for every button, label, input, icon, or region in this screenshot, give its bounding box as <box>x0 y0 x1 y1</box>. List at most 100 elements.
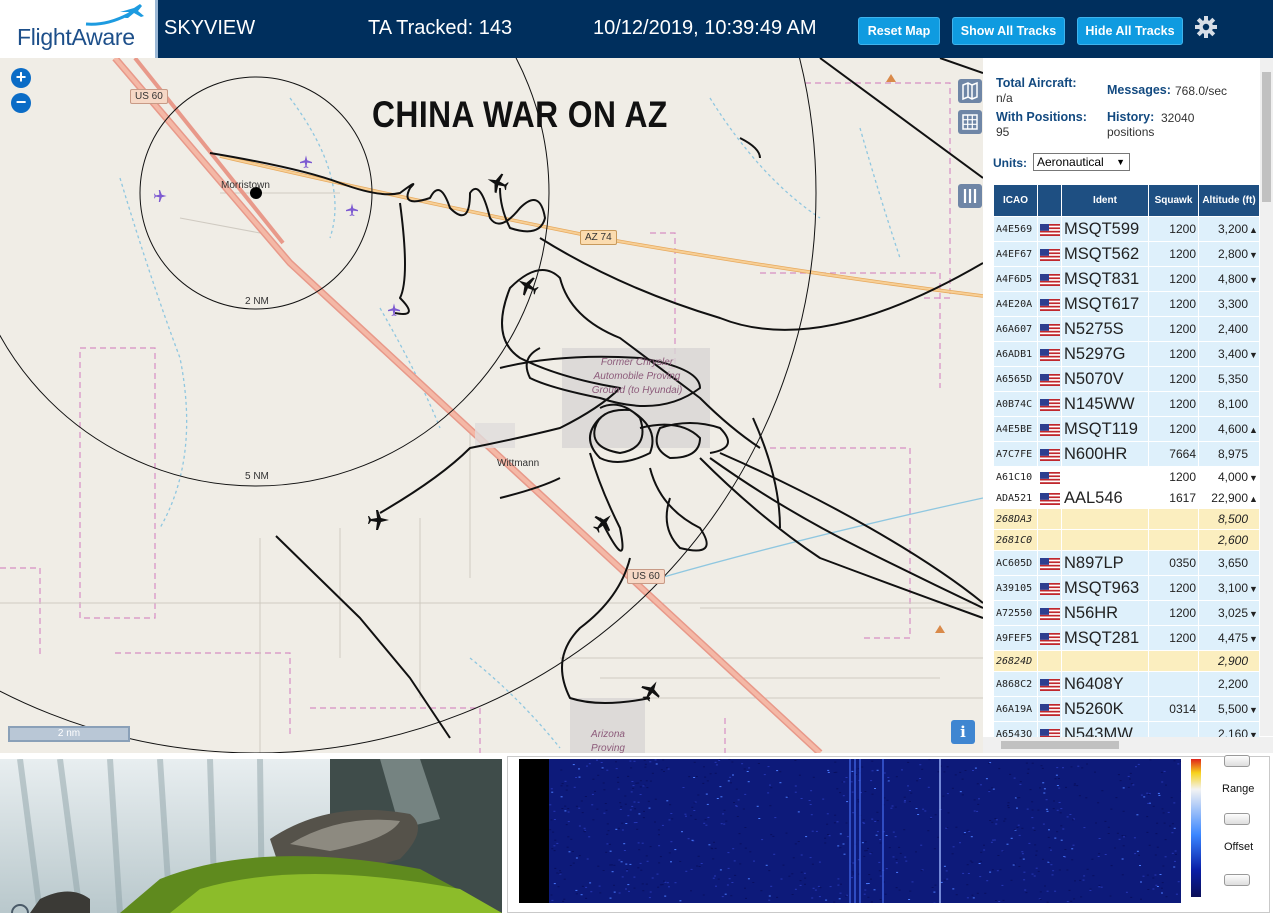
units-label: Units: <box>993 156 1027 170</box>
altitude-value: 8,500 <box>1217 512 1248 526</box>
table-row[interactable]: A4F6D5 MSQT831 1200 4,800▼ <box>993 266 1260 292</box>
range-label: Range <box>1222 783 1255 795</box>
ident-cell: MSQT599 <box>1061 216 1149 242</box>
zoom-out-button[interactable]: − <box>11 93 31 113</box>
col-header-ident[interactable]: Ident <box>1061 184 1149 217</box>
range-slider-knob[interactable] <box>1224 813 1250 825</box>
icao-cell: 26824D <box>993 650 1038 672</box>
table-row[interactable]: A6565D N5070V 1200 5,350 <box>993 366 1260 392</box>
table-row[interactable]: A72550 N56HR 1200 3,025▼ <box>993 600 1260 626</box>
map-layers-button[interactable] <box>958 79 982 103</box>
table-row[interactable]: A4E20A MSQT617 1200 3,300 <box>993 291 1260 317</box>
flag-cell <box>1037 316 1062 342</box>
altitude-cell: 3,650 <box>1198 550 1260 576</box>
gear-icon[interactable] <box>1194 15 1218 39</box>
ident-cell <box>1061 529 1149 551</box>
table-row[interactable]: A61C10 1200 4,000▼ <box>993 466 1260 488</box>
toggle-columns-button[interactable] <box>958 184 982 208</box>
col-header-altitude[interactable]: Altitude (ft) <box>1198 184 1260 217</box>
show-all-tracks-button[interactable]: Show All Tracks <box>952 17 1065 45</box>
col-header-icao[interactable]: ICAO <box>993 184 1038 217</box>
hide-all-tracks-button[interactable]: Hide All Tracks <box>1077 17 1183 45</box>
history-value: 32040 <box>1161 111 1195 125</box>
us-flag-icon <box>1040 322 1060 336</box>
map-icon <box>962 81 978 101</box>
altitude-cell: 8,500 <box>1198 508 1260 530</box>
squawk-cell <box>1148 650 1199 672</box>
offset-label: Offset <box>1224 841 1254 853</box>
col-header-flag[interactable] <box>1037 184 1062 217</box>
ident-cell: N600HR <box>1061 441 1149 467</box>
place-label-proving-ground: Former Chrysler Automobile Proving Groun… <box>591 357 683 396</box>
table-row[interactable]: A6A607 N5275S 1200 2,400 <box>993 316 1260 342</box>
col-header-squawk[interactable]: Squawk <box>1148 184 1199 217</box>
table-row[interactable]: A39105 MSQT963 1200 3,100▼ <box>993 575 1260 601</box>
icao-cell: A9FEF5 <box>993 625 1038 651</box>
aircraft-tracks <box>209 58 983 739</box>
altitude-trend-icon: ▲ <box>1249 425 1258 435</box>
units-select[interactable]: Aeronautical ▼ <box>1033 153 1130 171</box>
table-row[interactable]: A6A19A N5260K 0314 5,500▼ <box>993 696 1260 722</box>
map-view[interactable]: CHINA WAR ON AZ US 60 US 60 AZ 74 Morris… <box>0 58 983 753</box>
grid-toggle-button[interactable] <box>958 110 982 134</box>
table-row[interactable]: A868C2 N6408Y 2,200 <box>993 671 1260 697</box>
icao-cell: A61C10 <box>993 466 1038 488</box>
scrollbar-thumb-horizontal[interactable] <box>1001 741 1119 749</box>
ident-cell: MSQT562 <box>1061 241 1149 267</box>
zoom-in-button[interactable]: + <box>11 68 31 88</box>
squawk-cell: 1200 <box>1148 600 1199 626</box>
us-flag-icon <box>1040 347 1060 361</box>
ident-cell: MSQT963 <box>1061 575 1149 601</box>
altitude-cell: 3,100▼ <box>1198 575 1260 601</box>
flag-cell <box>1037 508 1062 530</box>
panel-horizontal-scrollbar[interactable] <box>983 737 1273 753</box>
table-row[interactable]: A4EF67 MSQT562 1200 2,800▼ <box>993 241 1260 267</box>
table-row[interactable]: A4E5BE MSQT119 1200 4,600▲ <box>993 416 1260 442</box>
app-title: SKYVIEW <box>164 17 256 39</box>
ident-cell: N5297G <box>1061 341 1149 367</box>
az-74-road <box>219 154 983 298</box>
range-slider-top-knob[interactable] <box>1224 755 1250 767</box>
flag-cell <box>1037 671 1062 697</box>
altitude-value: 5,350 <box>1217 372 1248 386</box>
icao-cell: A7C7FE <box>993 441 1038 467</box>
squawk-cell: 1200 <box>1148 216 1199 242</box>
units-value: Aeronautical <box>1037 155 1104 169</box>
peak-markers <box>886 74 945 633</box>
map-canvas[interactable] <box>0 58 983 753</box>
reset-map-button[interactable]: Reset Map <box>858 17 940 45</box>
messages-label: Messages: <box>1107 83 1171 97</box>
offset-slider-knob[interactable] <box>1224 874 1250 886</box>
altitude-cell: 2,400 <box>1198 316 1260 342</box>
spectrum-waterfall[interactable] <box>519 759 1181 903</box>
us-60-shield-south: US 60 <box>627 569 665 584</box>
grid-icon <box>962 114 978 130</box>
flightaware-logo[interactable]: FlightAware <box>0 0 158 58</box>
table-row[interactable]: A7C7FE N600HR 7664 8,975 <box>993 441 1260 467</box>
scrollbar-thumb[interactable] <box>1262 72 1271 202</box>
info-button[interactable]: i <box>951 720 975 744</box>
table-row[interactable]: AC605D N897LP 0350 3,650 <box>993 550 1260 576</box>
ident-cell: N56HR <box>1061 600 1149 626</box>
altitude-value: 4,475 <box>1217 631 1248 645</box>
us-flag-icon <box>1040 470 1060 484</box>
altitude-cell: 4,000▼ <box>1198 466 1260 488</box>
chevron-down-icon: ▼ <box>1116 157 1125 167</box>
map-banner-text: CHINA WAR ON AZ <box>372 94 668 135</box>
table-row[interactable]: A0B74C N145WW 1200 8,100 <box>993 391 1260 417</box>
flag-cell <box>1037 466 1062 488</box>
table-row[interactable]: A4E569 MSQT599 1200 3,200▲ <box>993 216 1260 242</box>
table-row[interactable]: A6ADB1 N5297G 1200 3,400▼ <box>993 341 1260 367</box>
icao-cell: A6565D <box>993 366 1038 392</box>
table-row[interactable]: 268DA3 8,500 <box>993 508 1260 530</box>
canal <box>659 497 983 579</box>
total-aircraft-value: n/a <box>996 91 1013 105</box>
table-row[interactable]: A9FEF5 MSQT281 1200 4,475▼ <box>993 625 1260 651</box>
altitude-value: 2,400 <box>1217 322 1248 336</box>
flag-cell <box>1037 341 1062 367</box>
table-row[interactable]: 2681C0 2,600 <box>993 529 1260 551</box>
table-row[interactable]: ADA521 AAL546 1617 22,900▲ <box>993 487 1260 509</box>
panel-vertical-scrollbar[interactable] <box>1260 58 1273 736</box>
table-row[interactable]: 26824D 2,900 <box>993 650 1260 672</box>
altitude-trend-icon: ▼ <box>1249 250 1258 260</box>
